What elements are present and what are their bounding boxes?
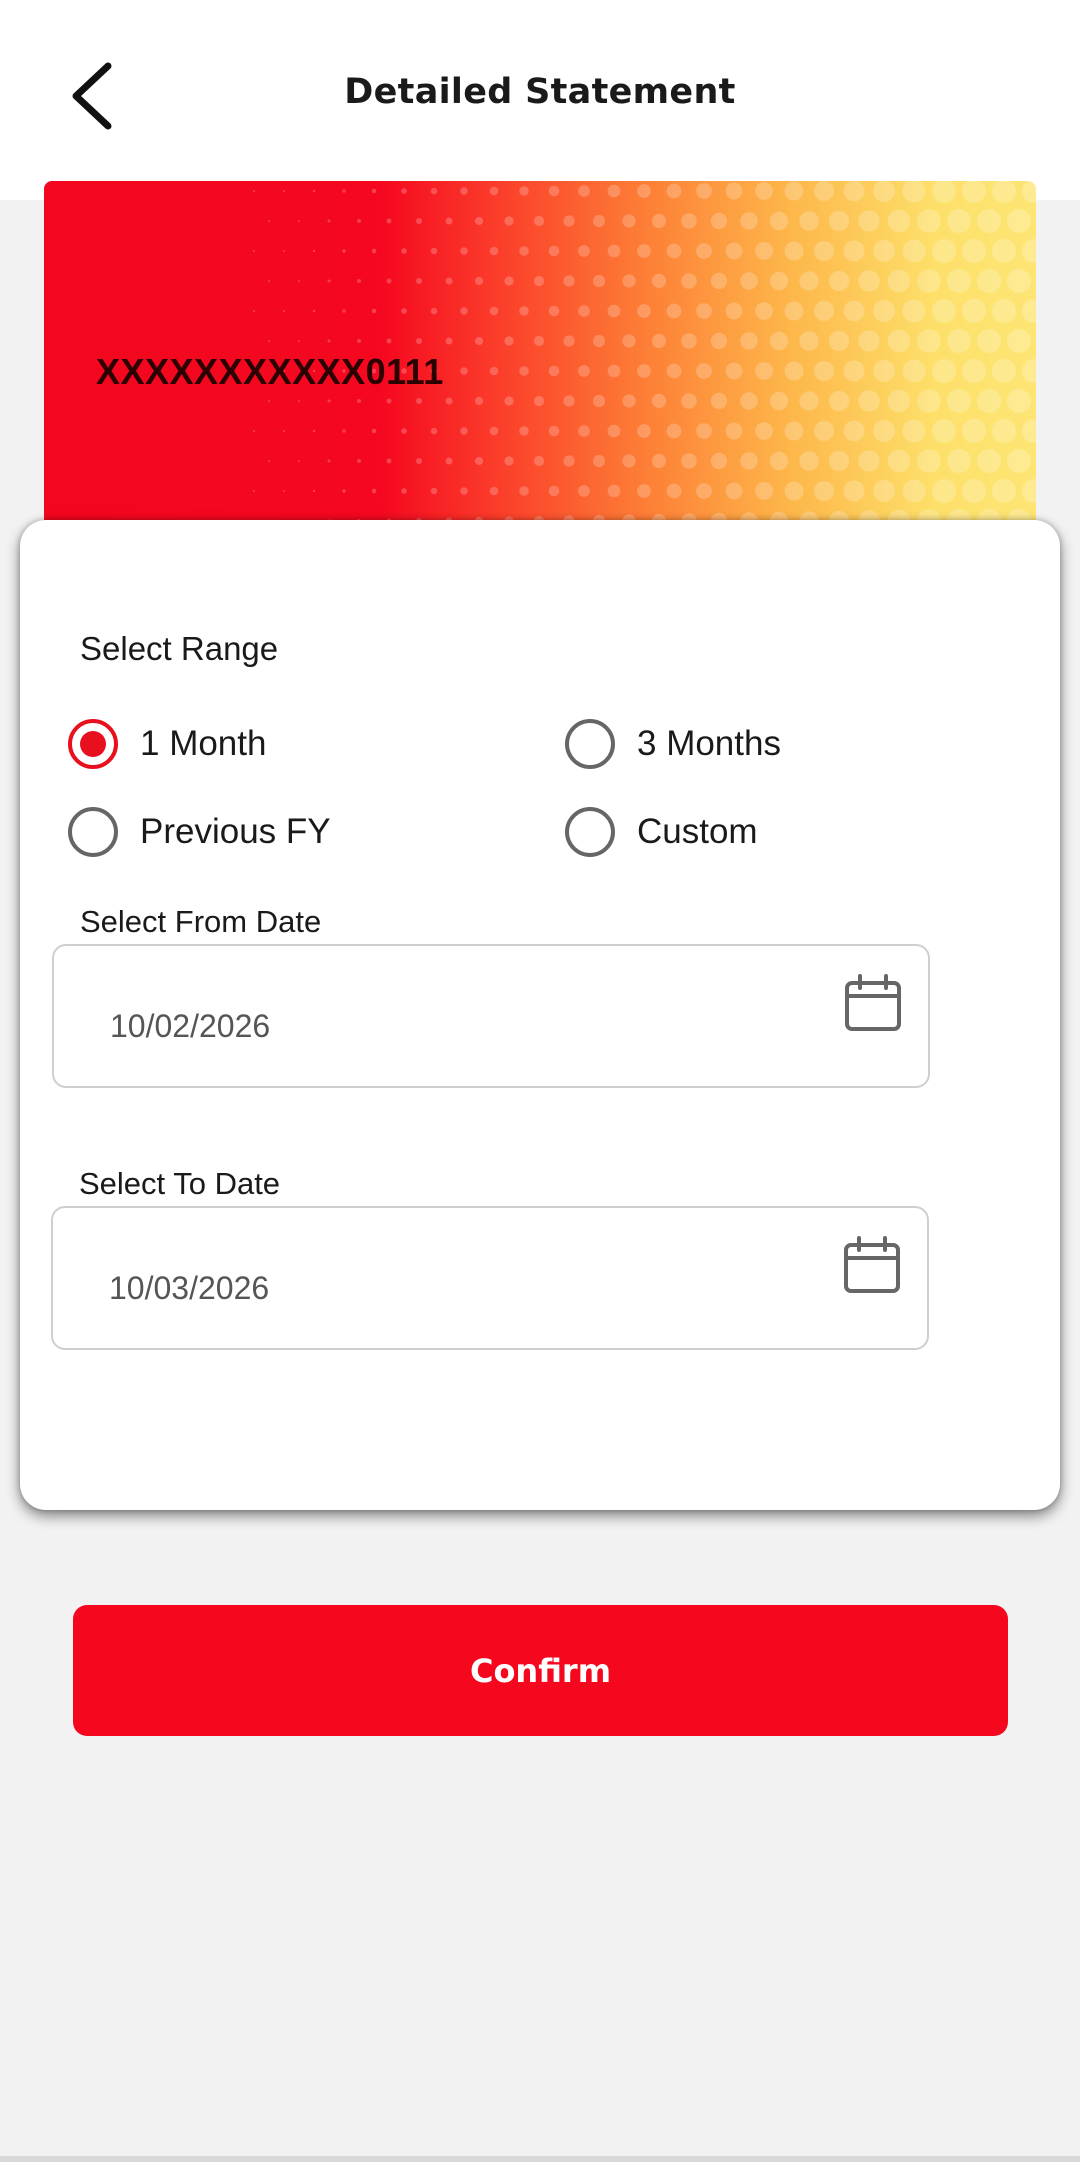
bottom-divider <box>0 2156 1080 2162</box>
account-card: XXXXXXXXXXX0111 <box>44 181 1036 521</box>
radio-custom[interactable]: Custom <box>565 802 758 862</box>
radio-unchecked-icon <box>68 807 118 857</box>
radio-checked-icon <box>68 719 118 769</box>
radio-label: 1 Month <box>140 724 267 763</box>
to-date-field[interactable]: 10/03/2026 <box>51 1206 929 1350</box>
page-title: Detailed Statement <box>344 72 736 112</box>
account-number: XXXXXXXXXXX0111 <box>96 351 444 392</box>
from-date-label: Select From Date <box>80 904 328 940</box>
radio-unchecked-icon <box>565 807 615 857</box>
radio-previous-fy[interactable]: Previous FY <box>68 802 331 862</box>
to-date-value: 10/03/2026 <box>109 1270 270 1306</box>
select-range-label: Select Range <box>80 630 279 667</box>
from-date-value: 10/02/2026 <box>110 1008 271 1044</box>
range-selection-card: Select Range 1 Month 3 Months Previous F… <box>20 520 1060 1510</box>
from-date-field[interactable]: 10/02/2026 <box>52 944 930 1088</box>
radio-label: Previous FY <box>140 812 331 851</box>
app-header: Detailed Statement <box>0 0 1080 190</box>
to-date-label: Select To Date <box>79 1166 287 1202</box>
calendar-icon[interactable] <box>841 1234 903 1296</box>
radio-label: Custom <box>637 812 758 851</box>
radio-1-month[interactable]: 1 Month <box>68 714 266 774</box>
radio-unchecked-icon <box>565 719 615 769</box>
confirm-button[interactable]: Confirm <box>73 1605 1008 1736</box>
radio-3-months[interactable]: 3 Months <box>565 714 781 774</box>
radio-label: 3 Months <box>637 724 781 763</box>
statement-screen: Detailed Statement XXXXXXXXXXX0111 Selec… <box>0 0 1080 2162</box>
calendar-icon[interactable] <box>842 972 904 1034</box>
